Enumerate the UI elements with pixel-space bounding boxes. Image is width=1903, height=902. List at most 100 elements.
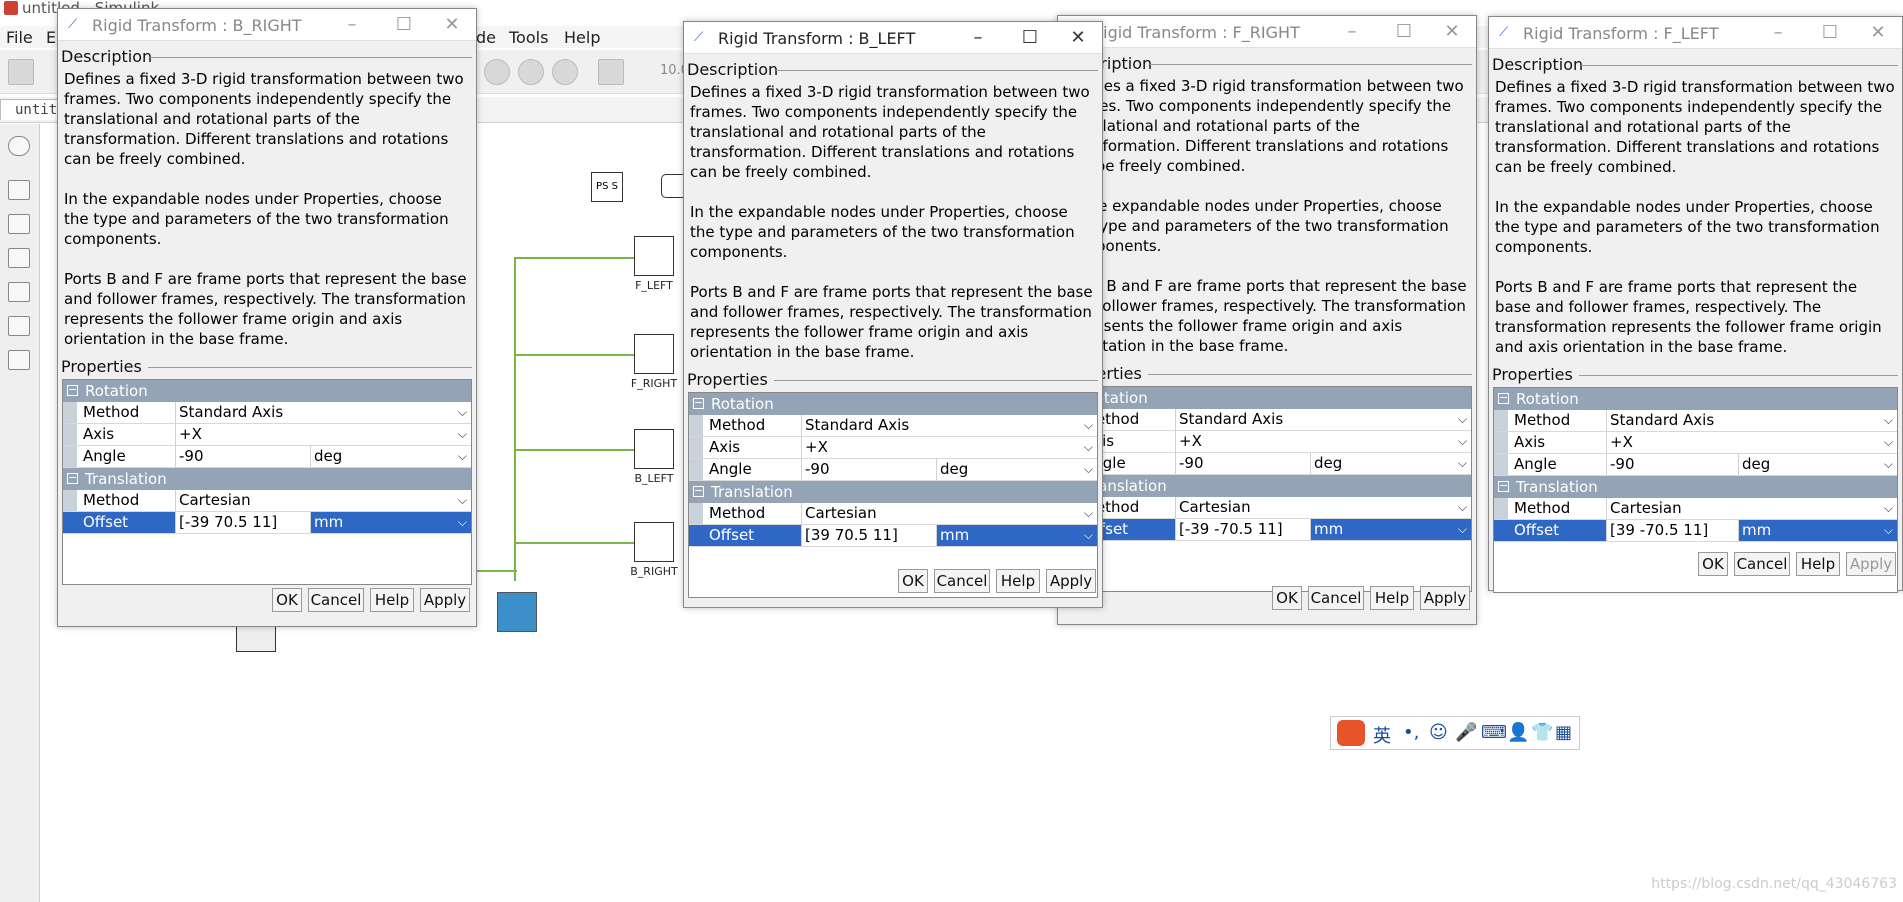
maximize-icon[interactable]: ☐ — [1384, 20, 1424, 44]
skin-icon[interactable]: 👕 — [1531, 722, 1553, 743]
translation-method-dropdown[interactable]: Cartesian — [801, 503, 1097, 524]
dialog-titlebar[interactable]: ⟋ Rigid Transform : B_LEFT – ☐ ✕ — [684, 22, 1102, 54]
cancel-button[interactable]: Cancel — [308, 588, 364, 612]
cancel-button[interactable]: Cancel — [1734, 552, 1790, 576]
row-translation-method[interactable]: Method Cartesian ⌵ — [1063, 497, 1471, 519]
offset-unit-dropdown[interactable]: mm — [1310, 519, 1471, 540]
row-axis[interactable]: Axis +X⌵ — [63, 424, 471, 446]
offset-unit-dropdown[interactable]: mm — [1738, 520, 1897, 541]
chevron-down-icon[interactable]: ⌵ — [1458, 431, 1467, 452]
offset-unit-dropdown[interactable]: mm — [310, 512, 471, 533]
apply-button[interactable]: Apply — [1046, 569, 1096, 593]
chevron-down-icon[interactable]: ⌵ — [1084, 503, 1093, 524]
row-offset[interactable]: Offset [39 -70.5 11] mm ⌵ — [1494, 520, 1897, 542]
axis-dropdown[interactable]: +X — [175, 424, 471, 445]
collapse-icon[interactable]: − — [67, 384, 78, 396]
collapse-icon[interactable]: − — [1498, 392, 1509, 404]
stop-icon[interactable] — [552, 59, 578, 85]
help-button[interactable]: Help — [1796, 552, 1840, 576]
rigid-transform-block-b-right[interactable] — [634, 522, 674, 562]
row-axis[interactable]: Axis +X⌵ — [689, 437, 1097, 459]
row-angle[interactable]: Angle -90 deg ⌵ — [63, 446, 471, 468]
area-icon[interactable] — [8, 350, 30, 370]
step-forward-icon[interactable] — [518, 59, 544, 85]
translation-method-dropdown[interactable]: Cartesian — [1175, 497, 1471, 518]
row-angle[interactable]: Angle -90 deg ⌵ — [689, 459, 1097, 481]
chevron-down-icon[interactable]: ⌵ — [458, 402, 467, 423]
chevron-down-icon[interactable]: ⌵ — [1084, 525, 1093, 546]
collapse-icon[interactable]: − — [1498, 480, 1509, 492]
punctuation-icon[interactable]: •, — [1403, 722, 1419, 743]
close-icon[interactable]: ✕ — [432, 13, 472, 37]
chevron-down-icon[interactable]: ⌵ — [1884, 454, 1893, 475]
chevron-down-icon[interactable]: ⌵ — [458, 490, 467, 511]
close-icon[interactable]: ✕ — [1858, 21, 1898, 45]
group-rotation[interactable]: −Rotation — [63, 380, 471, 402]
minimize-icon[interactable]: – — [332, 13, 372, 37]
row-rotation-method[interactable]: Method Standard Axis ⌵ — [689, 415, 1097, 437]
close-icon[interactable]: ✕ — [1058, 26, 1098, 50]
menu-help[interactable]: Help — [564, 28, 600, 47]
ps-simulink-converter[interactable]: PS S — [591, 172, 623, 202]
rigid-transform-block-b-left[interactable] — [634, 429, 674, 469]
angle-unit-dropdown[interactable]: deg — [1310, 453, 1471, 474]
chevron-down-icon[interactable]: ⌵ — [1884, 410, 1893, 431]
minimize-icon[interactable]: – — [1332, 20, 1372, 44]
row-angle[interactable]: Angle -90 deg ⌵ — [1063, 453, 1471, 475]
group-rotation[interactable]: −Rotation — [689, 393, 1097, 415]
chevron-down-icon[interactable]: ⌵ — [1884, 498, 1893, 519]
angle-input[interactable]: -90 — [1606, 454, 1738, 475]
axis-dropdown[interactable]: +X — [801, 437, 1097, 458]
group-rotation[interactable]: −Rotation — [1494, 388, 1897, 410]
chevron-down-icon[interactable]: ⌵ — [1084, 415, 1093, 436]
axis-dropdown[interactable]: +X — [1606, 432, 1897, 453]
collapse-icon[interactable]: − — [67, 472, 78, 484]
chevron-down-icon[interactable]: ⌵ — [1458, 519, 1467, 540]
angle-input[interactable]: -90 — [801, 459, 936, 480]
emoji-icon[interactable]: ☺ — [1429, 722, 1448, 743]
collapse-icon[interactable]: − — [693, 485, 704, 497]
ime-language-toggle[interactable]: 英 — [1373, 722, 1391, 748]
new-model-icon[interactable] — [8, 59, 34, 85]
offset-input[interactable]: [39 70.5 11] — [801, 525, 936, 546]
apply-button[interactable]: Apply — [420, 588, 470, 612]
dialog-titlebar[interactable]: ⟋ Rigid Transform : F_LEFT – ☐ ✕ — [1489, 17, 1902, 49]
arrow-icon[interactable] — [8, 248, 30, 268]
row-rotation-method[interactable]: Method Standard Axis ⌵ — [1494, 410, 1897, 432]
angle-unit-dropdown[interactable]: deg — [1738, 454, 1897, 475]
ok-button[interactable]: OK — [272, 588, 302, 612]
chevron-down-icon[interactable]: ⌵ — [458, 446, 467, 467]
cancel-button[interactable]: Cancel — [934, 569, 990, 593]
minimize-icon[interactable]: – — [958, 26, 998, 50]
ok-button[interactable]: OK — [1698, 552, 1728, 576]
axis-dropdown[interactable]: +X — [1175, 431, 1471, 452]
solid-block[interactable] — [497, 592, 537, 632]
menu-file[interactable]: File — [6, 28, 33, 47]
maximize-icon[interactable]: ☐ — [1010, 26, 1050, 50]
angle-input[interactable]: -90 — [1175, 453, 1310, 474]
apply-button[interactable]: Apply — [1420, 586, 1470, 610]
help-button[interactable]: Help — [1370, 586, 1414, 610]
minimize-icon[interactable]: – — [1758, 21, 1798, 45]
row-axis[interactable]: Axis +X⌵ — [1494, 432, 1897, 454]
menu-tools[interactable]: Tools — [509, 28, 548, 47]
row-translation-method[interactable]: Method Cartesian ⌵ — [1494, 498, 1897, 520]
keyboard-icon[interactable]: ⌨ — [1481, 722, 1507, 743]
group-translation[interactable]: −Translation — [689, 481, 1097, 503]
maximize-icon[interactable]: ☐ — [1810, 21, 1850, 45]
apply-button[interactable]: Apply — [1846, 552, 1896, 576]
help-button[interactable]: Help — [370, 588, 414, 612]
angle-input[interactable]: -90 — [175, 446, 310, 467]
collapse-icon[interactable]: − — [693, 397, 704, 409]
run-icon[interactable] — [484, 59, 510, 85]
row-offset[interactable]: Offset [-39 -70.5 11] mm ⌵ — [1063, 519, 1471, 541]
offset-input[interactable]: [-39 -70.5 11] — [1175, 519, 1310, 540]
zoom-icon[interactable] — [8, 180, 30, 200]
chevron-down-icon[interactable]: ⌵ — [458, 424, 467, 445]
chevron-down-icon[interactable]: ⌵ — [1884, 520, 1893, 541]
group-translation[interactable]: −Translation — [63, 468, 471, 490]
chevron-down-icon[interactable]: ⌵ — [1458, 409, 1467, 430]
menu-code[interactable]: de — [476, 28, 496, 47]
toolbox-icon[interactable]: ▦ — [1555, 722, 1572, 743]
ok-button[interactable]: OK — [898, 569, 928, 593]
